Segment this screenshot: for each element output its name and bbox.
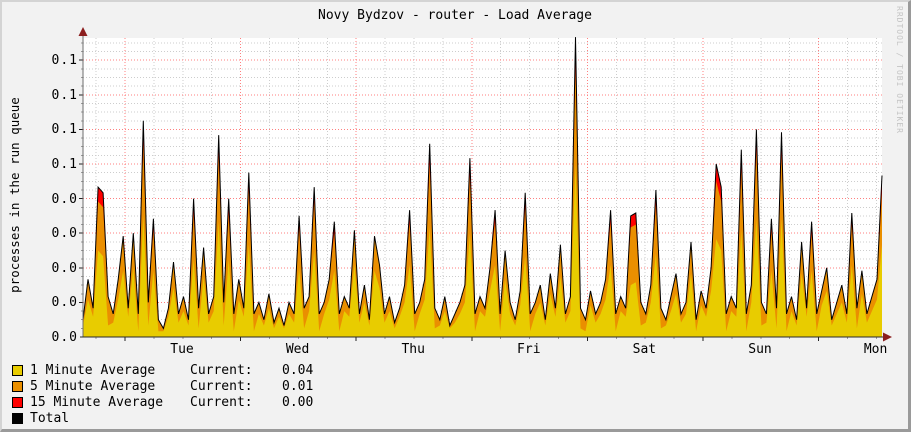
y-axis-arrow-icon (78, 27, 88, 36)
legend-current-value: 0.00 (282, 394, 314, 410)
x-tick-label-sat: Sat (632, 342, 657, 357)
y-tick-label: 0.1 (51, 157, 78, 172)
legend-current-label: Current: (190, 362, 253, 378)
y-tick-label: 0.0 (51, 330, 78, 345)
legend-current-value: 0.04 (282, 362, 314, 378)
y-tick-label: 0.0 (51, 295, 78, 311)
y-tick-label: 0.1 (51, 87, 78, 103)
legend-current-label: Current: (190, 378, 253, 394)
y-tick-label: 0.0 (51, 260, 78, 276)
legend-label: 5 Minute Average (30, 378, 156, 394)
y-tick-label: 0.1 (51, 53, 78, 69)
legend-swatch-icon (12, 364, 23, 376)
legend-label: Total (30, 410, 70, 426)
legend-row: Total (12, 410, 313, 426)
legend-current-label: Current: (190, 394, 253, 410)
x-tick-label-thu: Thu (401, 342, 425, 357)
y-tick-label: 0.0 (51, 191, 78, 207)
legend-swatch-icon (12, 412, 23, 424)
x-tick-label-fri: Fri (517, 342, 541, 357)
x-axis-arrow-icon (883, 332, 892, 342)
legend-current-value: 0.01 (282, 378, 314, 394)
x-tick-label-wed: Wed (285, 342, 310, 357)
x-tick-label-mon: Mon (863, 342, 888, 357)
y-tick-label: 0.1 (51, 122, 78, 138)
legend: 1 Minute Average Current: 0.04 5 Minute Ave… (12, 362, 313, 426)
legend-swatch-icon (12, 380, 23, 392)
legend-row: 15 Minute Average Current: 0.00 (12, 394, 313, 410)
y-tick-label: 0.0 (51, 226, 78, 242)
x-tick-label-tue: Tue (170, 342, 194, 357)
legend-row: 5 Minute Average Current: 0.01 (12, 378, 313, 394)
legend-label: 1 Minute Average (30, 362, 156, 378)
legend-label: 15 Minute Average (30, 394, 164, 410)
rrdtool-graph: Novy Bydzov - router - Load Average proc… (0, 0, 911, 432)
legend-row: 1 Minute Average Current: 0.04 (12, 362, 313, 378)
x-tick-label-sun: Sun (748, 342, 772, 357)
legend-swatch-icon (12, 396, 23, 408)
